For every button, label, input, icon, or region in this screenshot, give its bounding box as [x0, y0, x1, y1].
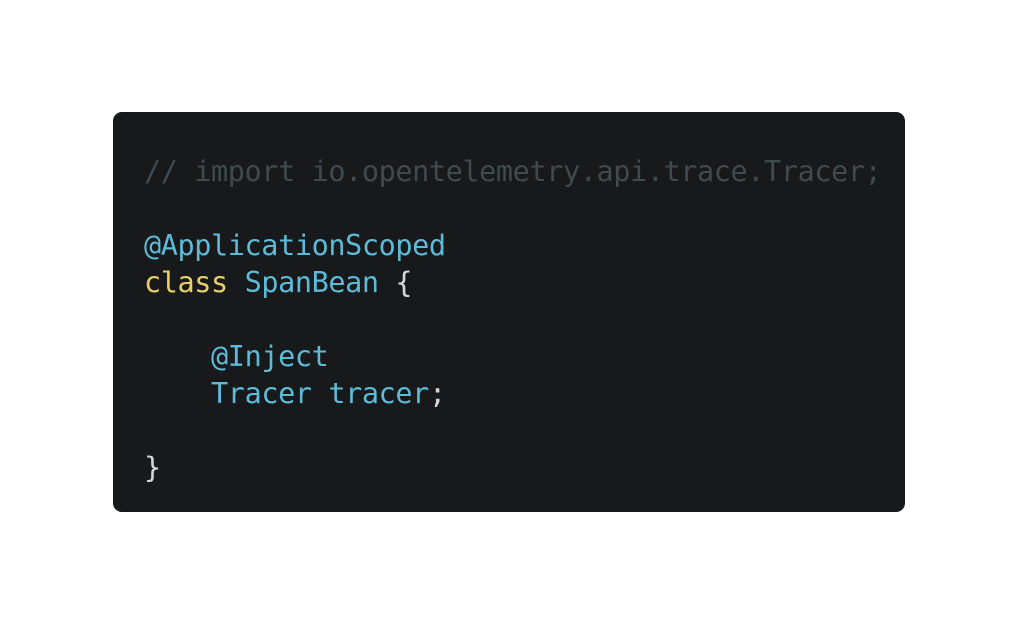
- open-brace: {: [395, 266, 413, 299]
- import-comment: // import io.opentelemetry.api.trace.Tra…: [144, 155, 882, 188]
- code-block: // import io.opentelemetry.api.trace.Tra…: [113, 112, 905, 512]
- semicolon: ;: [428, 377, 446, 410]
- class-keyword: class: [144, 266, 228, 299]
- code-line-close: }: [144, 449, 905, 486]
- field-name: tracer: [328, 377, 429, 410]
- application-scoped-annotation: @ApplicationScoped: [144, 229, 446, 262]
- close-brace: }: [144, 451, 161, 484]
- class-name: SpanBean: [244, 266, 379, 299]
- code-line-comment: // import io.opentelemetry.api.trace.Tra…: [144, 153, 905, 190]
- inject-annotation: @Inject: [211, 340, 329, 373]
- code-line-annotation: @ApplicationScoped: [144, 227, 905, 264]
- field-type: Tracer: [211, 377, 312, 410]
- code-line-field: Tracer tracer;: [144, 375, 905, 412]
- code-line-inject: @Inject: [144, 338, 905, 375]
- code-line-class-declaration: class SpanBean {: [144, 264, 905, 301]
